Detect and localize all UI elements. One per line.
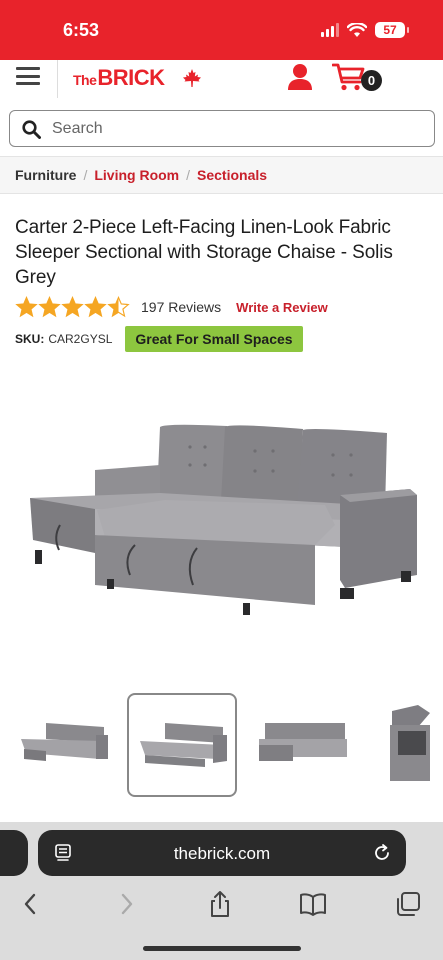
- wifi-icon: [347, 22, 367, 37]
- cart-count-badge[interactable]: 0: [361, 70, 382, 91]
- status-icons: 57: [321, 22, 409, 38]
- logo-prefix: The: [73, 72, 97, 88]
- star-icon: [38, 295, 61, 317]
- browser-nav-bar: [0, 886, 443, 922]
- breadcrumb-separator: /: [83, 167, 88, 183]
- url-text[interactable]: thebrick.com: [38, 844, 406, 864]
- address-bar[interactable]: thebrick.com: [38, 830, 406, 876]
- home-indicator: [143, 946, 301, 951]
- breadcrumb-sectionals[interactable]: Sectionals: [197, 167, 267, 183]
- breadcrumb-living-room[interactable]: Living Room: [94, 167, 179, 183]
- thumbnail-2[interactable]: [127, 693, 237, 797]
- sku-label: SKU:: [15, 332, 45, 346]
- thumbnail-1[interactable]: [10, 693, 120, 797]
- battery-indicator: 57: [375, 22, 409, 38]
- product-title: Carter 2-Piece Left-Facing Linen-Look Fa…: [15, 217, 393, 288]
- thumbnail-3[interactable]: [247, 693, 357, 797]
- breadcrumb: Furniture / Living Room / Sectionals: [0, 156, 443, 194]
- breadcrumb-separator: /: [186, 167, 191, 183]
- status-time: 6:53: [63, 20, 100, 40]
- search-bar[interactable]: [9, 110, 435, 147]
- thumbnail-4[interactable]: [372, 693, 443, 797]
- bookmarks-icon[interactable]: [299, 890, 327, 918]
- back-icon[interactable]: [17, 890, 45, 918]
- review-count[interactable]: 197 Reviews: [141, 299, 221, 315]
- previous-tab-pill[interactable]: [0, 830, 28, 876]
- account-icon[interactable]: [287, 63, 313, 91]
- maple-leaf-icon: [183, 69, 201, 87]
- logo-main: BRICK: [97, 65, 165, 90]
- star-icon: [15, 295, 38, 317]
- write-review-link[interactable]: Write a Review: [236, 300, 328, 315]
- reload-icon[interactable]: [372, 843, 392, 863]
- product-main-image[interactable]: [15, 385, 430, 655]
- cellular-signal-icon: [321, 23, 339, 37]
- small-spaces-badge: Great For Small Spaces: [125, 326, 303, 352]
- forward-icon[interactable]: [112, 890, 140, 918]
- thumbnail-strip: [0, 693, 443, 799]
- browser-bottom-bar: thebrick.com: [0, 822, 443, 960]
- share-icon[interactable]: [206, 890, 234, 918]
- star-icon: [61, 295, 84, 317]
- site-header: The BRICK 0: [0, 60, 443, 102]
- search-icon: [22, 120, 41, 139]
- status-bar: 6:53 57: [0, 0, 443, 60]
- star-icon: [84, 295, 107, 317]
- star-icon: [107, 295, 130, 317]
- header-divider: [57, 60, 58, 98]
- star-rating[interactable]: [15, 295, 130, 319]
- rating-row: 197 Reviews Write a Review: [15, 295, 328, 319]
- brick-logo[interactable]: The BRICK: [73, 65, 165, 91]
- sku-value: CAR2GYSL: [48, 332, 113, 346]
- hamburger-icon[interactable]: [16, 67, 40, 85]
- search-input[interactable]: [52, 116, 422, 142]
- breadcrumb-furniture[interactable]: Furniture: [15, 167, 76, 183]
- tabs-icon[interactable]: [394, 890, 422, 918]
- sku-row: SKU: CAR2GYSL Great For Small Spaces: [15, 326, 303, 352]
